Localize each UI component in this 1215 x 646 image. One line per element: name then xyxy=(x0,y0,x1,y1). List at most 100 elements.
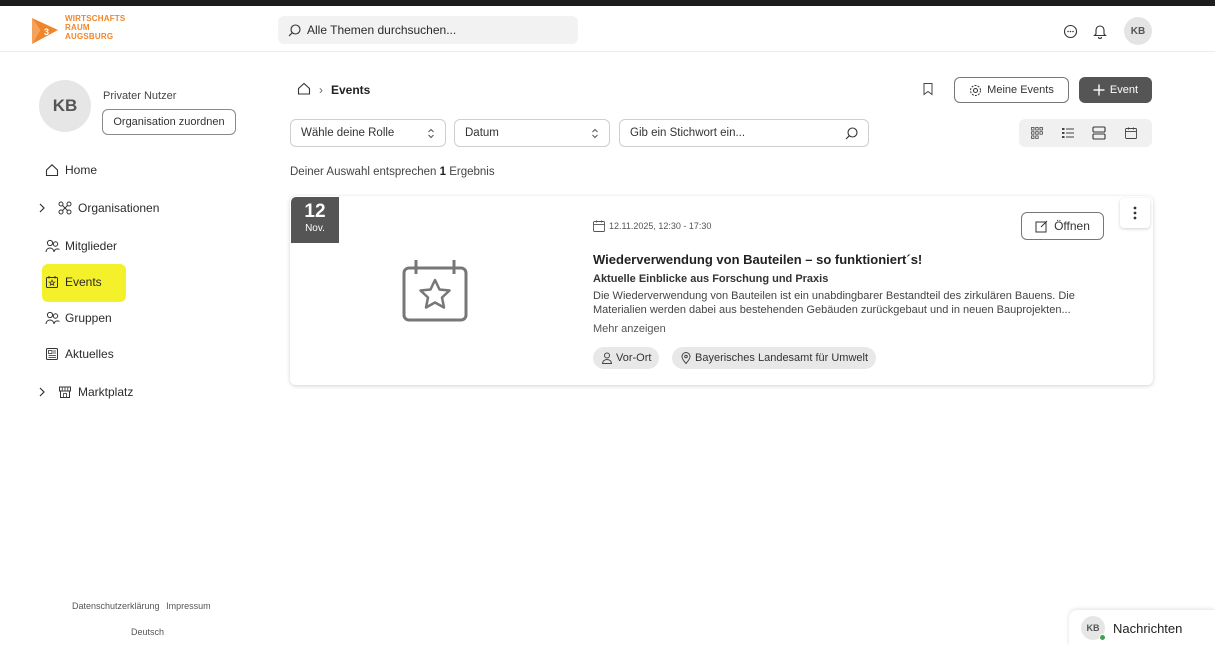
my-events-label: Meine Events xyxy=(987,84,1054,96)
date-select-value: Datum xyxy=(465,127,499,139)
event-card[interactable]: 12 Nov. 12.11.2025, 12:30 - 17:30 Öffnen… xyxy=(290,196,1153,385)
tag-organizer: Bayerisches Landesamt für Umwelt xyxy=(672,347,877,369)
result-prefix: Deiner Auswahl entsprechen xyxy=(290,166,437,178)
profile-name: Privater Nutzer xyxy=(103,90,177,102)
person-icon xyxy=(601,352,613,364)
sidebar-item-label: Gruppen xyxy=(65,311,112,325)
sidebar-item-label: Mitglieder xyxy=(65,239,118,253)
gear-icon xyxy=(970,84,982,96)
group-icon xyxy=(44,310,60,326)
news-icon xyxy=(44,346,60,362)
sidebar-item-label: Home xyxy=(65,163,98,177)
grid-view-icon[interactable] xyxy=(1029,125,1045,141)
event-day: 12 xyxy=(304,201,326,222)
result-number: 1 xyxy=(439,166,447,178)
store-icon xyxy=(57,384,73,400)
bookmark-icon[interactable] xyxy=(922,82,936,98)
logo[interactable]: 3 WIRTSCHAFTS RAUM AUGSBURG xyxy=(30,14,150,50)
tag-label: Bayerisches Landesamt für Umwelt xyxy=(695,352,869,364)
breadcrumb: › Events xyxy=(297,82,370,98)
sidebar-item-mitglieder[interactable]: Mitglieder xyxy=(44,236,117,256)
add-event-button[interactable]: Event xyxy=(1079,77,1152,103)
keyword-search[interactable]: Gib ein Stichwort ein... xyxy=(619,119,869,147)
global-search[interactable] xyxy=(278,16,578,44)
open-event-label: Öffnen xyxy=(1054,219,1090,233)
messages-label: Nachrichten xyxy=(1113,620,1183,636)
bell-icon[interactable] xyxy=(1092,23,1108,39)
logo-line-1: WIRTSCHAFTS xyxy=(65,14,126,23)
online-status-dot xyxy=(1099,634,1106,641)
messages-avatar-initials: KB xyxy=(1086,623,1100,633)
sidebar-item-gruppen[interactable]: Gruppen xyxy=(44,308,112,328)
sidebar-item-label: Organisationen xyxy=(78,201,160,215)
logo-line-3: AUGSBURG xyxy=(65,32,114,41)
imprint-link[interactable]: Impressum xyxy=(166,601,211,611)
messages-panel-toggle[interactable]: KB Nachrichten xyxy=(1069,610,1215,646)
card-view-icon[interactable] xyxy=(1091,125,1107,141)
select-arrows-icon xyxy=(428,128,434,138)
show-more-link[interactable]: Mehr anzeigen xyxy=(593,323,666,335)
search-input[interactable] xyxy=(307,23,567,37)
calendar-view-icon[interactable] xyxy=(1123,125,1139,141)
tag-label: Vor-Ort xyxy=(616,352,652,364)
search-icon xyxy=(845,126,858,139)
user-avatar[interactable]: KB xyxy=(1124,17,1152,45)
event-subtitle: Aktuelle Einblicke aus Forschung und Pra… xyxy=(593,273,829,285)
edit-icon xyxy=(1035,220,1048,232)
event-icon xyxy=(44,274,60,290)
calendar-icon xyxy=(593,220,605,232)
role-select-value: Wähle deine Rolle xyxy=(301,127,395,139)
event-month: Nov. xyxy=(305,223,325,234)
event-datetime-text: 12.11.2025, 12:30 - 17:30 xyxy=(609,221,712,231)
search-icon xyxy=(288,23,301,36)
top-header: 3 WIRTSCHAFTS RAUM AUGSBURG KB xyxy=(0,0,1215,52)
chevron-right-icon[interactable] xyxy=(38,384,48,400)
svg-text:3: 3 xyxy=(44,27,49,37)
keyword-search-input[interactable]: Gib ein Stichwort ein... xyxy=(630,127,745,139)
network-icon xyxy=(57,200,73,216)
logo-text: WIRTSCHAFTS RAUM AUGSBURG xyxy=(65,14,125,41)
result-suffix: Ergebnis xyxy=(449,166,495,178)
chevron-right-icon[interactable] xyxy=(38,200,48,216)
sidebar-item-label: Aktuelles xyxy=(65,347,114,361)
language-selector[interactable]: Deutsch xyxy=(131,627,164,637)
home-icon xyxy=(44,162,60,178)
tag-location-type: Vor-Ort xyxy=(593,347,660,369)
sidebar-item-label: Marktplatz xyxy=(78,385,134,399)
breadcrumb-current: Events xyxy=(331,83,371,97)
logo-icon: 3 xyxy=(32,18,58,44)
sidebar-item-marktplatz[interactable]: Marktplatz xyxy=(57,382,133,402)
home-icon[interactable] xyxy=(297,82,311,98)
messages-avatar: KB xyxy=(1081,616,1106,641)
list-view-icon[interactable] xyxy=(1060,125,1076,141)
logo-line-2: RAUM xyxy=(65,23,90,32)
breadcrumb-separator: › xyxy=(319,83,323,97)
event-date-badge: 12 Nov. xyxy=(291,197,339,243)
plus-icon xyxy=(1093,84,1105,96)
location-pin-icon xyxy=(681,352,691,364)
footer-links: Datenschutzerklärung Impressum xyxy=(72,601,215,611)
select-arrows-icon xyxy=(592,128,598,138)
sidebar-item-organisationen[interactable]: Organisationen xyxy=(57,198,159,218)
users-icon xyxy=(44,238,60,254)
event-placeholder-icon xyxy=(402,260,468,322)
more-options-button[interactable] xyxy=(1120,198,1150,228)
result-count: Deiner Auswahl entsprechen 1 Ergebnis xyxy=(290,166,495,178)
role-select[interactable]: Wähle deine Rolle xyxy=(290,119,446,147)
my-events-button[interactable]: Meine Events xyxy=(954,77,1069,103)
event-datetime: 12.11.2025, 12:30 - 17:30 xyxy=(593,220,711,232)
assign-organization-button[interactable]: Organisation zuordnen xyxy=(102,109,236,135)
sidebar-item-home[interactable]: Home xyxy=(44,160,97,180)
add-event-label: Event xyxy=(1109,84,1139,96)
sidebar-item-events[interactable]: Events xyxy=(44,272,102,292)
privacy-link[interactable]: Datenschutzerklärung xyxy=(72,601,160,611)
open-event-button[interactable]: Öffnen xyxy=(1021,212,1104,240)
profile-avatar[interactable]: KB xyxy=(39,80,91,132)
kebab-menu-icon xyxy=(1133,206,1137,220)
chat-icon[interactable] xyxy=(1062,23,1078,39)
event-title[interactable]: Wiederverwendung von Bauteilen – so funk… xyxy=(593,252,922,267)
date-select[interactable]: Datum xyxy=(454,119,610,147)
sidebar-item-aktuelles[interactable]: Aktuelles xyxy=(44,344,114,364)
sidebar-item-label: Events xyxy=(65,275,102,289)
view-mode-switcher xyxy=(1019,119,1152,147)
